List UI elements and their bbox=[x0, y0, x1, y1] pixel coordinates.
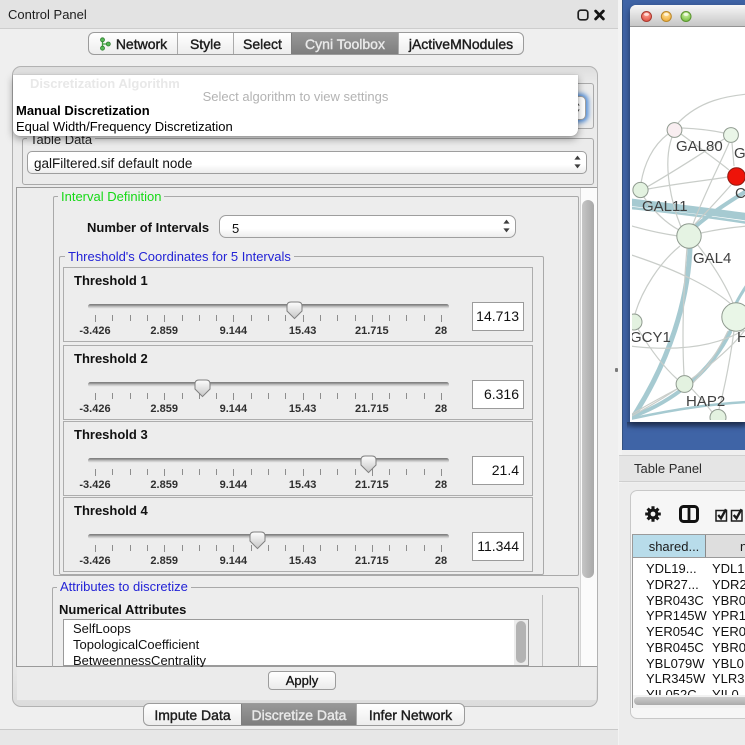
svg-text:GAL80: GAL80 bbox=[676, 138, 723, 155]
svg-text:GAL4: GAL4 bbox=[693, 250, 731, 267]
svg-text:GCY1: GCY1 bbox=[632, 329, 671, 346]
svg-text:CO: CO bbox=[735, 185, 745, 202]
svg-text:GA: GA bbox=[734, 145, 745, 162]
svg-text:GAL11: GAL11 bbox=[642, 198, 688, 215]
svg-text:HA: HA bbox=[737, 329, 745, 346]
svg-text:HAP2: HAP2 bbox=[686, 393, 725, 410]
